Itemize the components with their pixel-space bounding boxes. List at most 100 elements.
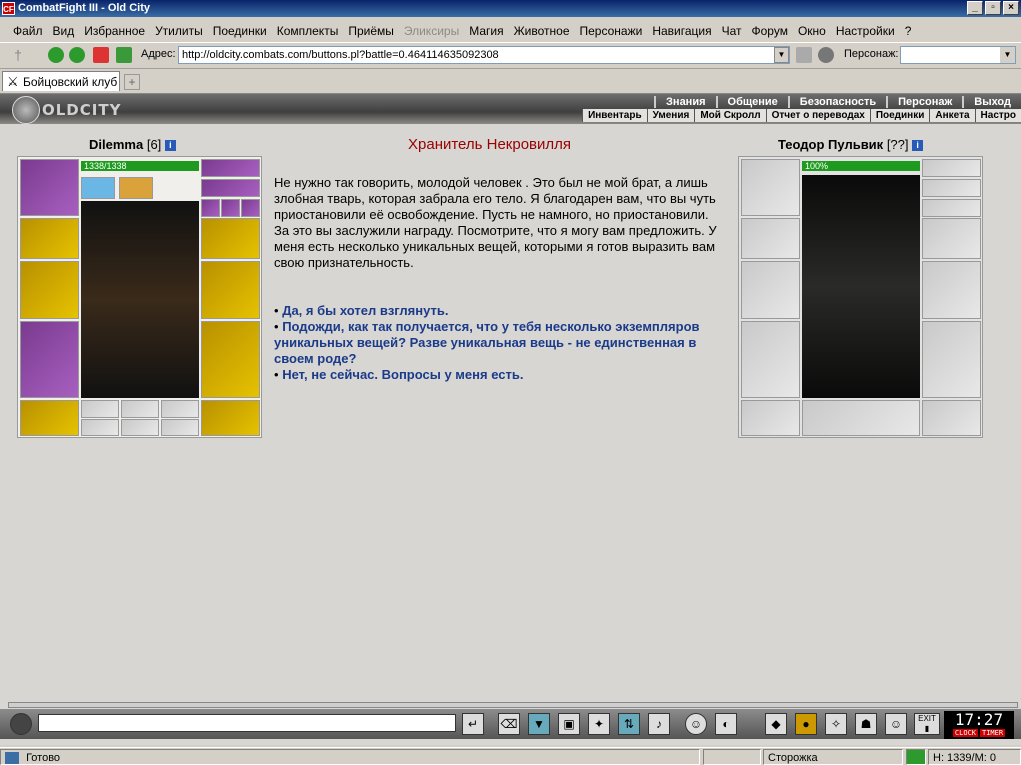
menu-help[interactable]: ? [900,21,917,41]
eraser-icon[interactable]: ⌫ [498,713,520,735]
bag-icon[interactable]: ◆ [765,713,787,735]
menu-characters[interactable]: Персонажи [575,21,648,41]
shield-slot[interactable] [201,261,260,319]
chat-input[interactable] [38,714,456,732]
menu-magic[interactable]: Магия [464,21,508,41]
player-hp-text: 1338/1338 [84,161,127,171]
subnav-my-scroll[interactable]: Мой Скролл [694,109,765,122]
option-text[interactable]: Нет, не сейчас. Вопросы у меня есть. [282,367,523,382]
game-scrollbar[interactable] [8,702,1018,708]
subnav-fights[interactable]: Поединки [869,109,930,122]
address-dropdown-icon[interactable]: ▼ [774,47,789,63]
ring-slot-2[interactable] [221,199,240,217]
nav-knowledge[interactable]: Знания [654,96,715,108]
party-icon[interactable]: ☗ [855,713,877,735]
menu-sets[interactable]: Комплекты [272,21,344,41]
people-icon[interactable] [818,47,834,63]
chat-mode-icon[interactable]: ◐ [715,713,737,735]
bracer-slot[interactable] [20,218,79,259]
clock-label[interactable]: CLOCK [952,729,978,737]
subnav-inventory[interactable]: Инвентарь [582,109,647,122]
charm-slot-3[interactable] [161,419,199,436]
maximize-button[interactable]: ▫ [985,1,1001,15]
send-icon[interactable]: ↵ [462,713,484,735]
menu-settings[interactable]: Настройки [831,21,900,41]
charm-slot-2[interactable] [121,419,159,436]
legs-slot[interactable] [201,321,260,398]
dialog-options: • Да, я бы хотел взглянуть. • Подожди, к… [274,303,726,383]
new-tab-button[interactable]: + [124,74,140,90]
nav-security[interactable]: Безопасность [787,96,886,108]
subnav-profile[interactable]: Анкета [929,109,974,122]
tab-fight-club[interactable]: ⚔ Бойцовский клуб [2,71,120,91]
menu-chat[interactable]: Чат [717,21,747,41]
menu-view[interactable]: Вид [48,21,80,41]
back-icon[interactable] [48,47,64,63]
menu-utilities[interactable]: Утилиты [150,21,208,41]
ring-slot-1[interactable] [201,199,220,217]
charm-slot-1[interactable] [81,419,119,436]
belt-slot[interactable] [20,400,79,436]
player-info-icon[interactable]: i [164,140,176,152]
person-dropdown-icon[interactable]: ▼ [1000,47,1015,63]
forward-icon[interactable] [69,47,85,63]
npc-info-icon[interactable]: i [912,140,924,152]
menu-navigation[interactable]: Навигация [647,21,716,41]
timer-label[interactable]: TIMER [980,729,1006,737]
smile-face-icon[interactable] [10,713,32,735]
pin-icon[interactable]: † [10,47,26,63]
address-input[interactable]: http://oldcity.combats.com/buttons.pl?ba… [178,46,790,64]
emoticon-icon[interactable]: ☺ [685,713,707,735]
exit-button[interactable]: EXIT ▮ [914,713,940,735]
refresh-icon[interactable] [116,47,132,63]
nav-character[interactable]: Персонаж [886,96,962,108]
filter-icon[interactable]: ▼ [528,713,550,735]
boots-slot[interactable] [201,400,260,436]
subnav-transfer-report[interactable]: Отчет о переводах [765,109,870,122]
dialog-option-3[interactable]: • Нет, не сейчас. Вопросы у меня есть. [274,367,726,383]
person-select[interactable]: ▼ [900,46,1016,64]
gloves-slot[interactable] [201,218,260,259]
menu-favorites[interactable]: Избранное [79,21,150,41]
ring-slot-3[interactable] [241,199,260,217]
rune-slot-2[interactable] [121,400,159,418]
nav-communication[interactable]: Общение [715,96,788,108]
rune-slot-1[interactable] [81,400,119,418]
amulet-slot[interactable] [201,179,260,197]
option-text[interactable]: Подожди, как так получается, что у тебя … [274,319,700,366]
sound-icon[interactable]: ♪ [648,713,670,735]
rune-slot-3[interactable] [161,400,199,418]
player-level: [6] [146,137,162,152]
save-icon[interactable]: ▣ [558,713,580,735]
weapon-slot[interactable] [20,261,79,319]
armor-slot[interactable] [20,321,79,398]
gold-icon[interactable]: ● [795,713,817,735]
nav-exit[interactable]: Выход [962,96,1021,108]
dialog-option-1[interactable]: • Да, я бы хотел взглянуть. [274,303,726,319]
stop-icon[interactable] [93,47,109,63]
option-text[interactable]: Да, я бы хотел взглянуть. [282,303,448,318]
npc-shield-slot [922,261,981,319]
go-icon[interactable] [796,47,812,63]
spell-icon[interactable]: ✧ [825,713,847,735]
sort-icon[interactable]: ⇅ [618,713,640,735]
subnav-settings[interactable]: Настро [974,109,1021,122]
buff-fire-icon[interactable] [119,177,153,199]
buff-ice-icon[interactable] [81,177,115,199]
subnav-skills[interactable]: Умения [646,109,695,122]
menu-fights[interactable]: Поединки [208,21,272,41]
dialog-option-2[interactable]: • Подожди, как так получается, что у теб… [274,319,726,367]
menu-window[interactable]: Окно [793,21,831,41]
menu-forum[interactable]: Форум [747,21,793,41]
minimize-button[interactable]: _ [967,1,983,15]
fighter-icon[interactable]: ✦ [588,713,610,735]
close-button[interactable]: × [1003,1,1019,15]
menu-file[interactable]: Файл [8,21,48,41]
person-label: Персонаж: [844,48,899,60]
npc-weapon-slot [741,261,800,319]
friends-icon[interactable]: ☺ [885,713,907,735]
earring-slot[interactable] [201,159,260,177]
helmet-slot[interactable] [20,159,79,216]
menu-techniques[interactable]: Приёмы [343,21,399,41]
menu-pet[interactable]: Животное [509,21,575,41]
